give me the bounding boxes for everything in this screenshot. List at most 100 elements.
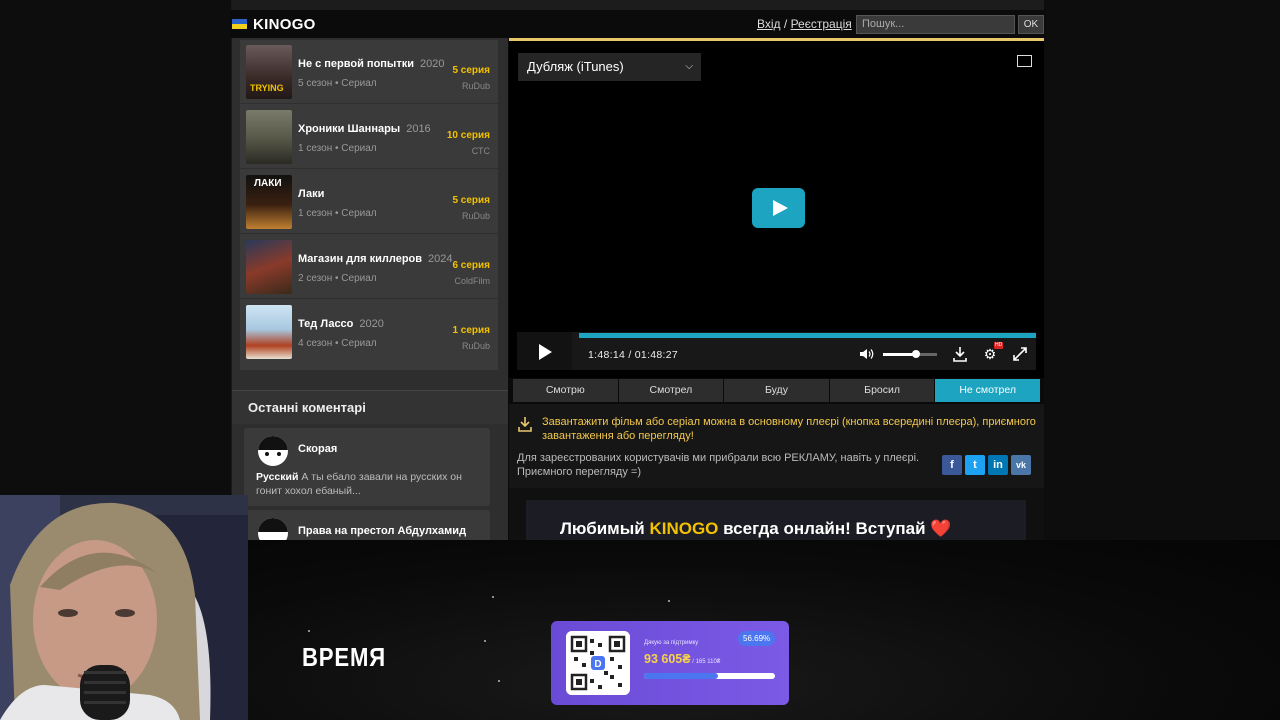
source-label: RuDub: [461, 341, 490, 351]
search-input[interactable]: Пошук...: [856, 15, 1015, 34]
comment-author[interactable]: Права на престол Абдулхамид: [298, 525, 466, 537]
donation-label: Дякую за підтримку: [644, 640, 699, 646]
title-text[interactable]: Лаки: [298, 188, 324, 200]
item-meta: 2 сезон • Сериал: [298, 273, 377, 284]
episode-label: 5 серия: [452, 195, 490, 206]
ukraine-flag-icon: [232, 19, 247, 29]
source-label: RuDub: [461, 211, 490, 221]
tab-not-watched[interactable]: Не смотрел: [935, 379, 1040, 402]
item-title[interactable]: Не с первой попытки 2020: [298, 58, 444, 70]
right-background: [1044, 0, 1280, 540]
webcam-feed: [0, 495, 248, 720]
picture-in-picture-icon[interactable]: [1017, 55, 1032, 67]
login-link[interactable]: Вхід: [757, 17, 781, 31]
item-year: 2024: [428, 253, 453, 265]
episode-label: 1 серия: [452, 325, 490, 336]
comments-title: Останні коментарі: [248, 400, 366, 415]
tab-will-watch[interactable]: Буду: [724, 379, 829, 402]
donation-amount: 93 605₴ / 165 110₴: [644, 652, 720, 666]
title-text[interactable]: Хроники Шаннары: [298, 123, 400, 135]
volume-knob[interactable]: [912, 350, 921, 358]
download-icon[interactable]: [952, 346, 968, 362]
promo-text: Любимый KINOGO всегда онлайн! Вступай ❤️: [560, 519, 951, 539]
list-item[interactable]: Хроники Шаннары 2016 1 сезон • Сериал 10 …: [240, 105, 498, 169]
vk-icon[interactable]: vk: [1011, 455, 1031, 475]
title-text[interactable]: Тед Лассо: [298, 318, 353, 330]
item-title[interactable]: Хроники Шаннары 2016: [298, 123, 431, 135]
facebook-icon[interactable]: f: [942, 455, 962, 475]
item-meta: 4 сезон • Сериал: [298, 338, 377, 349]
item-title[interactable]: Лаки: [298, 188, 330, 200]
dub-select[interactable]: Дубляж (iTunes) ⌵: [518, 53, 701, 81]
left-background: [0, 0, 232, 540]
video-player[interactable]: Дубляж (iTunes) ⌵ 1:48:14 / 01:48:27 ⚙ HD: [509, 38, 1044, 378]
title-text[interactable]: Магазин для киллеров: [298, 253, 422, 265]
source-label: ColdFilm: [454, 276, 490, 286]
poster-thumbnail[interactable]: [246, 240, 292, 294]
list-item[interactable]: TRYING Не с первой попытки 2020 5 сезон •…: [240, 40, 498, 104]
play-button[interactable]: [517, 332, 572, 370]
auth-links: Вхід / Реєстрація: [757, 17, 852, 31]
item-meta: 1 сезон • Сериал: [298, 143, 377, 154]
poster-thumbnail[interactable]: [246, 110, 292, 164]
stream-caption: ВРЕМЯ: [302, 642, 386, 672]
registered-note: Для зареєстрованих користувачів ми прибр…: [517, 452, 920, 478]
title-text[interactable]: Не с первой попытки: [298, 58, 414, 70]
qr-code-icon: D: [566, 631, 630, 695]
tab-dropped[interactable]: Бросил: [829, 379, 935, 402]
comments-section-header: Останні коментарі: [232, 390, 508, 424]
donation-percent-badge: 56.69%: [738, 631, 776, 646]
left-sidebar: TRYING Не с первой попытки 2020 5 сезон •…: [232, 38, 508, 548]
tab-watched[interactable]: Смотрел: [618, 379, 724, 402]
screen: { "header": { "logo": "KINOGO", "login":…: [0, 0, 1280, 720]
poster-thumbnail[interactable]: [246, 305, 292, 359]
episode-label: 6 серия: [452, 260, 490, 271]
list-item[interactable]: ЛАКИ Лаки 1 сезон • Сериал 5 серия RuDub: [240, 170, 498, 234]
twitter-icon[interactable]: t: [965, 455, 985, 475]
promo-text-after: всегда онлайн! Вступай ❤️: [718, 519, 952, 538]
svg-text:D: D: [594, 659, 601, 670]
item-title[interactable]: Магазин для киллеров 2024: [298, 253, 453, 265]
comment-card[interactable]: Скорая Русский А ты ебало завали на русс…: [244, 428, 490, 506]
fullscreen-icon[interactable]: [1012, 346, 1028, 362]
search-button[interactable]: OK: [1018, 15, 1044, 34]
list-item[interactable]: Тед Лассо 2020 4 сезон • Сериал 1 серия R…: [240, 300, 498, 364]
avatar[interactable]: [258, 436, 288, 466]
comment-film[interactable]: Русский: [256, 471, 298, 483]
volume-fill: [883, 353, 916, 356]
comment-author[interactable]: Скорая: [298, 443, 337, 455]
donation-goal: / 165 110₴: [690, 659, 721, 665]
site-logo[interactable]: KINOGO: [232, 16, 316, 33]
volume-slider[interactable]: [883, 350, 937, 358]
dub-select-value: Дубляж (iTunes): [527, 59, 624, 74]
watch-status-tabs: Смотрю Смотрел Буду Бросил Не смотрел: [513, 379, 1040, 402]
list-item[interactable]: Магазин для киллеров 2024 2 сезон • Сериа…: [240, 235, 498, 299]
volume-icon[interactable]: [860, 348, 874, 360]
poster-thumbnail[interactable]: ЛАКИ: [246, 175, 292, 229]
settings-gear-icon[interactable]: ⚙ HD: [982, 342, 1004, 362]
tab-watching[interactable]: Смотрю: [513, 379, 618, 402]
promo-highlight: KINOGO: [649, 519, 719, 538]
episode-label: 10 серия: [446, 130, 490, 141]
comment-card[interactable]: Права на престол Абдулхамид: [244, 510, 490, 548]
promo-text-before: Любимый: [560, 519, 650, 538]
source-label: RuDub: [461, 81, 490, 91]
chevron-down-icon: ⌵: [685, 61, 693, 72]
promo-banner[interactable]: Любимый KINOGO всегда онлайн! Вступай ❤️: [526, 500, 1026, 540]
progress-bar[interactable]: [579, 333, 1036, 338]
donation-progress-bar: [644, 673, 775, 679]
site-header: KINOGO Вхід / Реєстрація Пошук... OK: [230, 10, 1046, 38]
item-meta: 1 сезон • Сериал: [298, 208, 377, 219]
big-play-button[interactable]: [752, 188, 805, 228]
poster-text: TRYING: [250, 83, 284, 93]
download-icon: [518, 417, 532, 432]
linkedin-icon[interactable]: in: [988, 455, 1008, 475]
poster-thumbnail[interactable]: TRYING: [246, 45, 292, 99]
episode-label: 5 серия: [452, 65, 490, 76]
info-panel: Завантажити фільм або серіал можна в осн…: [509, 404, 1044, 488]
comment-text: Русский А ты ебало завали на русских он …: [256, 470, 482, 498]
item-title[interactable]: Тед Лассо 2020: [298, 318, 384, 330]
register-link[interactable]: Реєстрація: [791, 17, 852, 31]
new-episodes-list: TRYING Не с первой попытки 2020 5 сезон •…: [240, 40, 498, 370]
player-controls: 1:48:14 / 01:48:27 ⚙ HD: [517, 332, 1036, 370]
